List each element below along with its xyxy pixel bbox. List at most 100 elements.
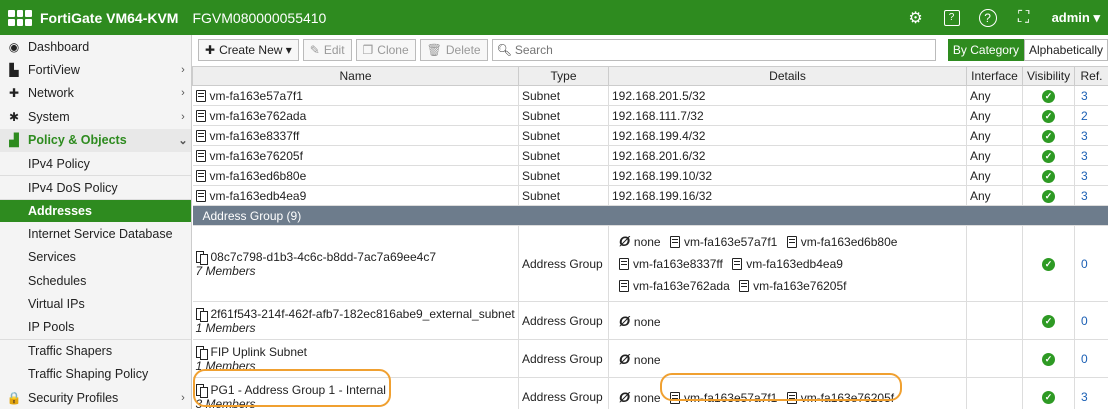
table-row[interactable]: PG1 - Address Group 1 - Internal 3 Member… bbox=[192, 377, 1108, 409]
sidebar-item-ipv4-dos-policy[interactable]: IPv4 DoS Policy bbox=[0, 175, 191, 199]
none-icon: Ø bbox=[619, 388, 630, 405]
member-chip: vm-fa163e76205f bbox=[786, 391, 894, 405]
address-icon bbox=[739, 280, 750, 292]
address-icon bbox=[669, 391, 680, 404]
visible-check-icon: ✓ bbox=[1042, 110, 1055, 123]
sidebar-item-internet-service-database[interactable]: Internet Service Database bbox=[0, 222, 191, 246]
col-ref-header[interactable]: Ref. bbox=[1074, 66, 1108, 86]
search-box: 🔍︎ bbox=[491, 39, 936, 61]
address-group-section-header[interactable]: Address Group (9) bbox=[192, 205, 1108, 226]
view-toggle: By Category Alphabetically bbox=[947, 39, 1108, 61]
member-chip: vm-fa163edb4ea9 bbox=[732, 253, 843, 275]
address-icon bbox=[195, 169, 206, 182]
ref-link[interactable]: 3 bbox=[1074, 85, 1108, 106]
top-bar: FortiGate VM64-KVM FGVM080000055410 ⚙ ? … bbox=[0, 0, 1108, 35]
cli-console-icon[interactable]: ⚙ bbox=[898, 0, 934, 35]
table-row[interactable]: vm-fa163e57a7f1 Subnet 192.168.201.5/32 … bbox=[192, 85, 1108, 106]
search-icon: 🔍︎ bbox=[496, 43, 512, 57]
address-icon bbox=[619, 280, 629, 292]
member-chip: vm-fa163e76205f bbox=[739, 275, 847, 297]
ref-link[interactable]: 0 bbox=[1074, 225, 1108, 302]
sidebar-item-fortiview[interactable]: ▙ FortiView › bbox=[0, 58, 191, 81]
ref-link[interactable]: 2 bbox=[1074, 105, 1108, 126]
ref-link[interactable]: 0 bbox=[1074, 301, 1108, 340]
sidebar-item-ip-pools[interactable]: IP Pools bbox=[0, 315, 191, 340]
alphabetically-button[interactable]: Alphabetically bbox=[1023, 39, 1108, 61]
address-icon bbox=[195, 89, 206, 102]
address-icon bbox=[195, 129, 206, 142]
by-category-button[interactable]: By Category bbox=[947, 39, 1024, 61]
address-icon bbox=[195, 189, 206, 202]
help-icon[interactable]: ? bbox=[970, 0, 1006, 35]
visible-check-icon: ✓ bbox=[1042, 353, 1055, 366]
sidebar-item-virtual-ips[interactable]: Virtual IPs bbox=[0, 292, 191, 316]
sidebar-item-ipv4-policy[interactable]: IPv4 Policy bbox=[0, 151, 191, 176]
admin-menu[interactable]: admin ▾ bbox=[1042, 10, 1108, 26]
address-group-icon bbox=[195, 345, 208, 360]
ref-link[interactable]: 3 bbox=[1074, 185, 1108, 206]
address-group-icon bbox=[195, 250, 208, 265]
visible-check-icon: ✓ bbox=[1042, 315, 1055, 328]
visible-check-icon: ✓ bbox=[1042, 170, 1055, 183]
none-icon: Ø bbox=[619, 350, 630, 367]
addresses-table: Name Type Details Interface Visibility R… bbox=[192, 66, 1108, 409]
policy-icon: ▟ bbox=[9, 133, 19, 148]
clone-button[interactable]: ❐ Clone bbox=[355, 39, 416, 61]
table-row[interactable]: vm-fa163edb4ea9 Subnet 192.168.199.16/32… bbox=[192, 185, 1108, 206]
lock-icon: 🔒 bbox=[6, 390, 22, 405]
sidebar-item-policy-objects[interactable]: ▟ Policy & Objects ⌄ bbox=[0, 128, 191, 152]
address-icon bbox=[732, 258, 743, 270]
sidebar-item-services[interactable]: Services bbox=[0, 245, 191, 269]
search-input[interactable] bbox=[514, 43, 915, 57]
gear-icon: ✱ bbox=[8, 109, 20, 124]
sidebar-item-system[interactable]: ✱ System › bbox=[0, 105, 191, 128]
fortinet-logo-icon bbox=[8, 9, 32, 26]
address-icon bbox=[619, 258, 629, 270]
col-details-header[interactable]: Details bbox=[608, 66, 967, 86]
chart-icon: ▙ bbox=[9, 63, 19, 78]
sidebar-item-addresses[interactable]: Addresses bbox=[0, 198, 191, 223]
fullscreen-icon[interactable]: ⛶ bbox=[1006, 0, 1042, 35]
delete-button[interactable]: 🗑 Delete bbox=[419, 39, 488, 61]
visible-check-icon: ✓ bbox=[1042, 90, 1055, 103]
sidebar-item-schedules[interactable]: Schedules bbox=[0, 268, 191, 293]
sidebar-item-security-profiles[interactable]: 🔒 Security Profiles › bbox=[0, 386, 191, 409]
col-name-header[interactable]: Name bbox=[192, 66, 519, 86]
product-name: FortiGate VM64-KVM bbox=[40, 9, 179, 26]
col-interface-header[interactable]: Interface bbox=[966, 66, 1023, 86]
col-type-header[interactable]: Type bbox=[518, 66, 609, 86]
ref-link[interactable]: 3 bbox=[1074, 377, 1108, 409]
address-icon bbox=[195, 109, 206, 122]
table-row[interactable]: FIP Uplink Subnet 1 Members Address Group… bbox=[192, 339, 1108, 378]
sidebar-item-dashboard[interactable]: ◉ Dashboard bbox=[0, 35, 191, 58]
table-row[interactable]: vm-fa163e762ada Subnet 192.168.111.7/32 … bbox=[192, 105, 1108, 126]
table-row[interactable]: vm-fa163e76205f Subnet 192.168.201.6/32 … bbox=[192, 145, 1108, 166]
address-icon bbox=[669, 236, 680, 248]
create-new-button[interactable]: ✚ Create New ▾ bbox=[198, 39, 299, 61]
sidebar-item-traffic-shapers[interactable]: Traffic Shapers bbox=[0, 339, 191, 363]
sidebar-item-traffic-shaping-policy[interactable]: Traffic Shaping Policy bbox=[0, 362, 191, 386]
col-visibility-header[interactable]: Visibility bbox=[1022, 66, 1075, 86]
member-chip: vm-fa163e8337ff bbox=[619, 253, 723, 275]
table-row[interactable]: vm-fa163e8337ff Subnet 192.168.199.4/32 … bbox=[192, 125, 1108, 146]
plus-icon: ✚ bbox=[205, 43, 216, 57]
visible-check-icon: ✓ bbox=[1042, 258, 1055, 271]
visible-check-icon: ✓ bbox=[1042, 391, 1055, 404]
address-icon bbox=[195, 149, 206, 162]
address-group-icon bbox=[195, 307, 208, 322]
table-header: Name Type Details Interface Visibility R… bbox=[192, 66, 1108, 86]
table-row[interactable]: 08c7c798-d1b3-4c6c-b8dd-7ac7a69ee4c7 7 Me… bbox=[192, 225, 1108, 302]
ref-link[interactable]: 0 bbox=[1074, 339, 1108, 378]
table-row[interactable]: vm-fa163ed6b80e Subnet 192.168.199.10/32… bbox=[192, 165, 1108, 186]
address-icon bbox=[786, 391, 797, 404]
address-group-icon bbox=[195, 383, 208, 398]
ref-link[interactable]: 3 bbox=[1074, 145, 1108, 166]
sidebar-item-network[interactable]: ✚ Network › bbox=[0, 82, 191, 105]
ref-link[interactable]: 3 bbox=[1074, 165, 1108, 186]
address-icon bbox=[786, 236, 797, 248]
ref-link[interactable]: 3 bbox=[1074, 125, 1108, 146]
network-icon: ✚ bbox=[8, 86, 20, 101]
notifications-icon[interactable]: ? bbox=[934, 0, 970, 35]
table-row[interactable]: 2f61f543-214f-462f-afb7-182ec816abe9_ext… bbox=[192, 301, 1108, 340]
edit-button[interactable]: ✎ Edit bbox=[302, 39, 352, 61]
